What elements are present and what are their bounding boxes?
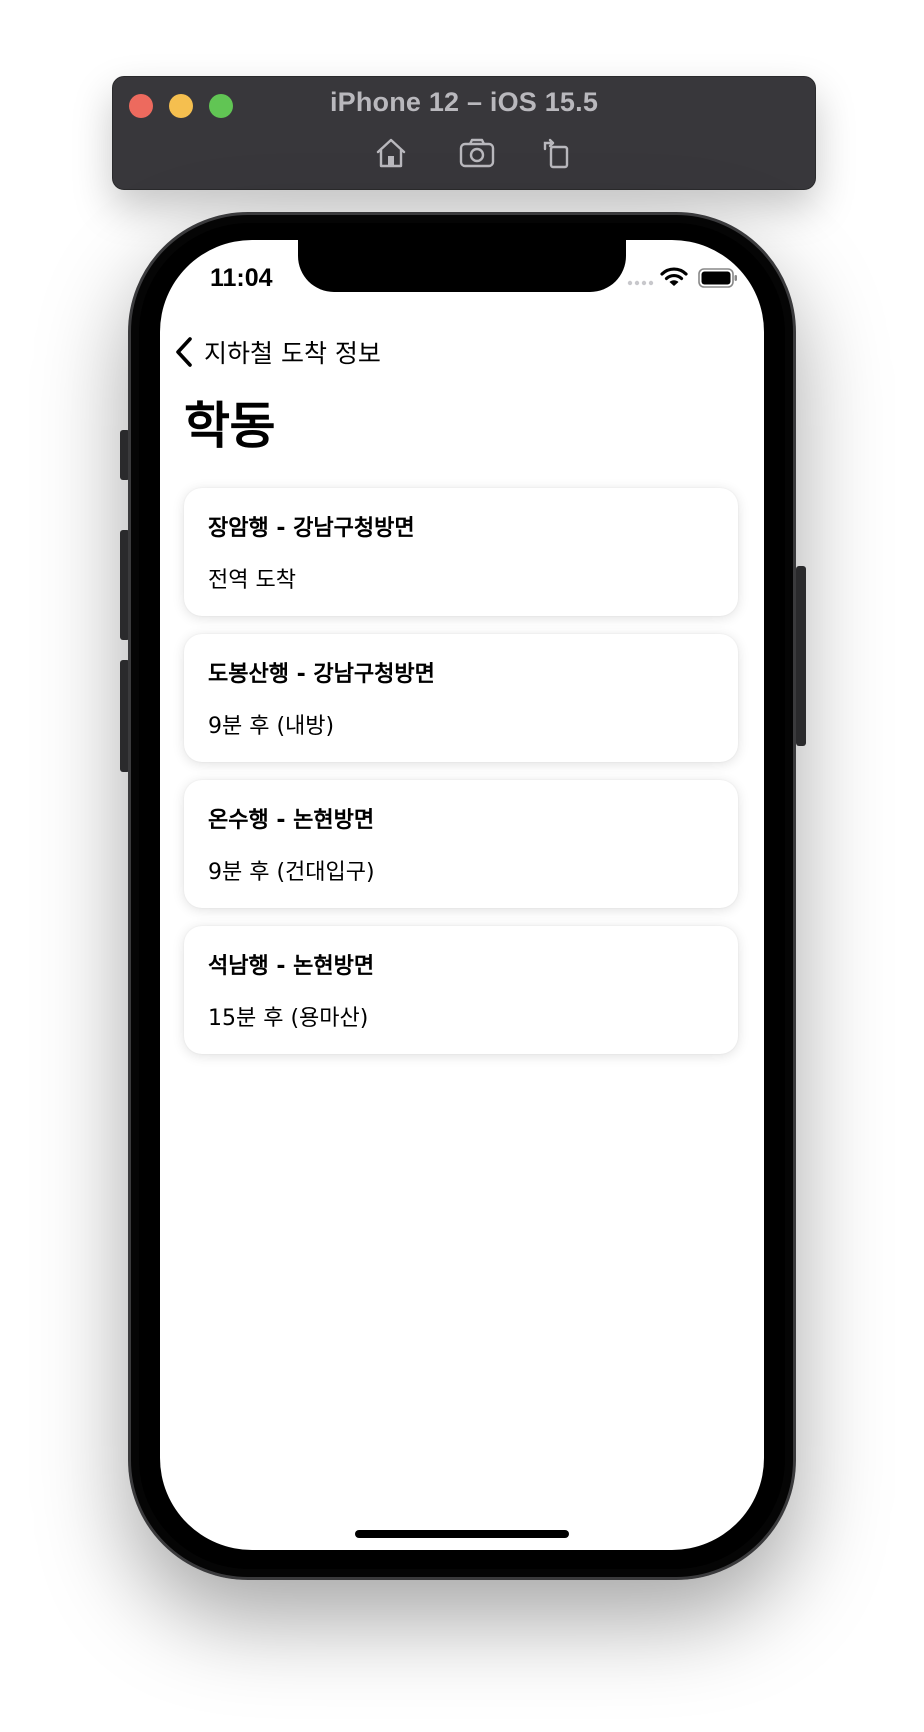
arrival-status: 15분 후 (용마산) xyxy=(208,1006,369,1031)
arrival-direction: 장암행 - 강남구청방면 xyxy=(208,516,415,541)
arrival-status: 전역 도착 xyxy=(208,568,296,593)
arrival-direction: 도봉산행 - 강남구청방면 xyxy=(208,662,435,687)
back-button[interactable]: 지하철 도착 정보 xyxy=(172,330,381,374)
back-button-label: 지하철 도착 정보 xyxy=(204,339,381,368)
status-time: 11:04 xyxy=(210,264,273,292)
arrival-card[interactable]: 장암행 - 강남구청방면 전역 도착 xyxy=(184,488,738,616)
arrival-card[interactable]: 온수행 - 논현방면 9분 후 (건대입구) xyxy=(184,780,738,908)
app-screen: 11:04 지하철 도착 정보 학동 장암행 - 강남구청방면 전역 도착 도봉… xyxy=(160,240,764,1550)
arrival-direction: 온수행 - 논현방면 xyxy=(208,808,375,833)
wifi-icon xyxy=(660,267,688,286)
simulator-title: iPhone 12 – iOS 15.5 xyxy=(329,87,599,117)
simulator-titlebar: iPhone 12 – iOS 15.5 xyxy=(112,76,816,190)
device-notch xyxy=(298,240,626,292)
arrival-direction: 석남행 - 논현방면 xyxy=(208,954,375,979)
arrival-status: 9분 후 (건대입구) xyxy=(208,860,375,885)
arrival-card[interactable]: 석남행 - 논현방면 15분 후 (용마산) xyxy=(184,926,738,1054)
arrival-status: 9분 후 (내방) xyxy=(208,714,335,739)
arrival-card[interactable]: 도봉산행 - 강남구청방면 9분 후 (내방) xyxy=(184,634,738,762)
battery-icon xyxy=(698,268,737,288)
page-title: 학동 xyxy=(184,397,276,455)
device-power-button xyxy=(796,566,806,746)
home-icon[interactable] xyxy=(371,135,411,171)
chevron-left-icon xyxy=(176,337,192,367)
cellular-signal-icon xyxy=(627,280,654,286)
arrival-list: 장암행 - 강남구청방면 전역 도착 도봉산행 - 강남구청방면 9분 후 (내… xyxy=(184,488,738,1072)
rotate-icon[interactable] xyxy=(537,135,577,171)
home-indicator[interactable] xyxy=(355,1530,569,1538)
screenshot-icon[interactable] xyxy=(457,135,497,171)
